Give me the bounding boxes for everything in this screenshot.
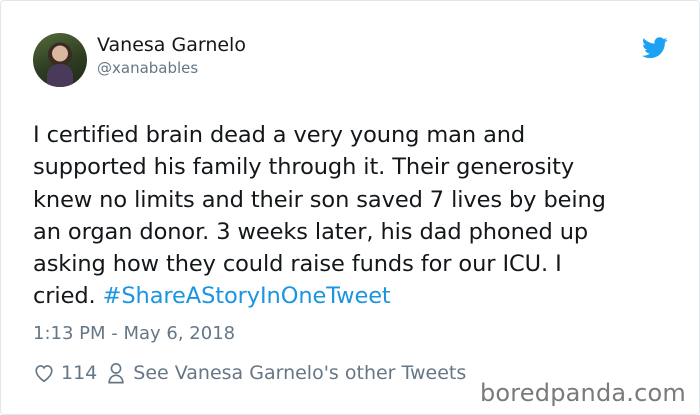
- avatar[interactable]: [33, 33, 87, 87]
- hashtag-link[interactable]: #ShareAStoryInOneTweet: [103, 283, 391, 309]
- heart-icon[interactable]: [33, 362, 55, 384]
- twitter-bird-icon[interactable]: [642, 37, 668, 59]
- boredpanda-watermark: boredpanda.com: [479, 379, 686, 407]
- tweet-timestamp[interactable]: 1:13 PM - May 6, 2018: [33, 323, 235, 344]
- tweet-text: I certified brain dead a very young man …: [33, 119, 673, 313]
- tweet-actions: 114 See Vanesa Garnelo's other Tweets: [33, 359, 466, 387]
- tweet-body: I certified brain dead a very young man …: [33, 122, 606, 310]
- person-icon: [108, 363, 124, 384]
- avatar-figure: [47, 64, 73, 87]
- author-name[interactable]: Vanesa Garnelo: [97, 34, 246, 56]
- like-count[interactable]: 114: [61, 362, 97, 384]
- tweet-card: Vanesa Garnelo @xanabables I certified b…: [0, 0, 700, 415]
- author-handle[interactable]: @xanabables: [97, 59, 198, 77]
- other-tweets-link[interactable]: See Vanesa Garnelo's other Tweets: [133, 362, 466, 384]
